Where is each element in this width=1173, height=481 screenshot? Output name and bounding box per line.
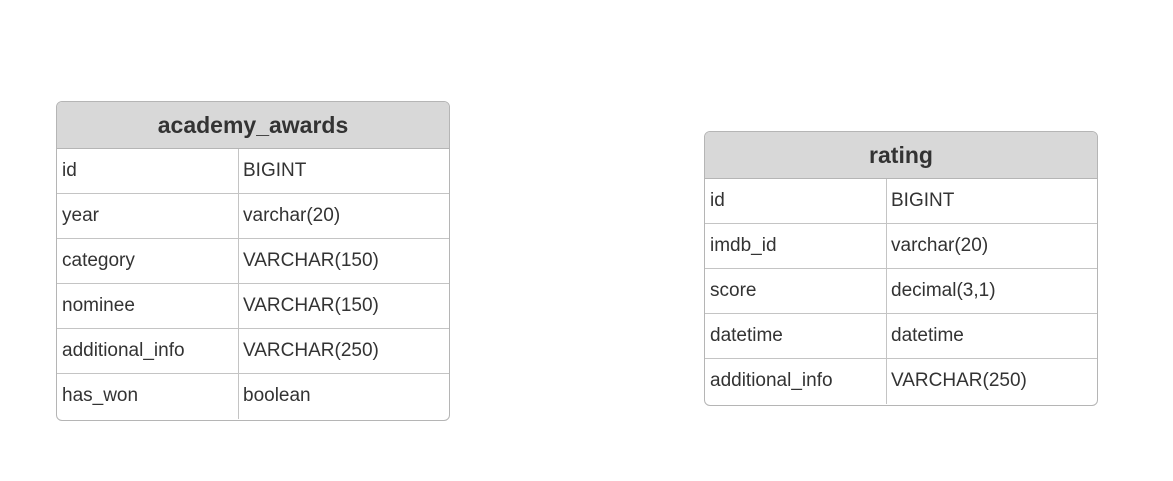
field-row[interactable]: additional_info VARCHAR(250) [57, 329, 449, 374]
field-type: varchar(20) [243, 205, 341, 226]
field-type: BIGINT [891, 190, 955, 211]
field-row[interactable]: nominee VARCHAR(150) [57, 284, 449, 329]
field-row[interactable]: category VARCHAR(150) [57, 239, 449, 284]
field-type: varchar(20) [891, 235, 989, 256]
field-type: VARCHAR(150) [243, 295, 379, 316]
field-name: imdb_id [705, 224, 887, 268]
field-name: score [705, 269, 887, 313]
field-type: VARCHAR(250) [243, 340, 379, 361]
field-row[interactable]: id BIGINT [57, 149, 449, 194]
field-row[interactable]: score decimal(3,1) [705, 269, 1097, 314]
field-row[interactable]: imdb_id varchar(20) [705, 224, 1097, 269]
field-name: datetime [705, 314, 887, 358]
field-type: boolean [243, 385, 311, 406]
field-row[interactable]: id BIGINT [705, 179, 1097, 224]
field-name: additional_info [705, 359, 887, 404]
field-type: datetime [891, 325, 964, 346]
field-type: VARCHAR(250) [891, 370, 1027, 391]
field-type: VARCHAR(150) [243, 250, 379, 271]
entity-title: academy_awards [57, 102, 449, 149]
field-row[interactable]: additional_info VARCHAR(250) [705, 359, 1097, 404]
field-name: nominee [57, 284, 239, 328]
field-row[interactable]: has_won boolean [57, 374, 449, 419]
field-row[interactable]: datetime datetime [705, 314, 1097, 359]
field-type: BIGINT [243, 160, 307, 181]
entity-rating[interactable]: rating id BIGINT imdb_id varchar(20) sco… [704, 131, 1098, 406]
field-name: additional_info [57, 329, 239, 373]
field-type: decimal(3,1) [891, 280, 996, 301]
field-name: category [57, 239, 239, 283]
entity-academy-awards[interactable]: academy_awards id BIGINT year varchar(20… [56, 101, 450, 421]
field-name: year [57, 194, 239, 238]
entity-title: rating [705, 132, 1097, 179]
field-name: id [57, 149, 239, 193]
field-name: id [705, 179, 887, 223]
field-name: has_won [57, 374, 239, 419]
field-row[interactable]: year varchar(20) [57, 194, 449, 239]
